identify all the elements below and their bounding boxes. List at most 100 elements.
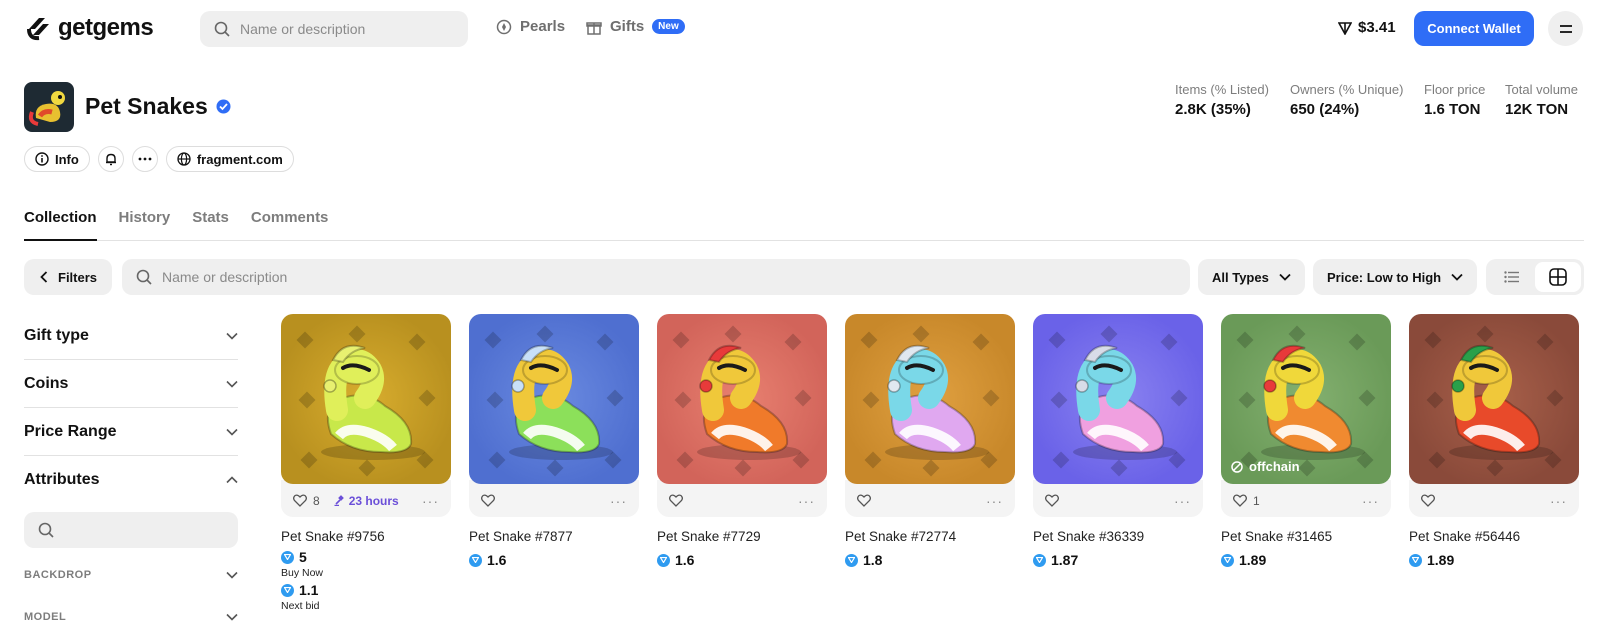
filters-button[interactable]: Filters: [24, 259, 112, 295]
nft-image[interactable]: [845, 314, 1015, 484]
stat-label: Items (% Listed): [1175, 82, 1269, 97]
price-value: 1.87: [1051, 552, 1079, 568]
chevron-down-icon: [1451, 273, 1463, 281]
card-actions-bar: ···: [1033, 480, 1203, 517]
card-more-button[interactable]: ···: [798, 493, 815, 509]
heart-icon[interactable]: [1045, 494, 1059, 507]
connect-wallet-button[interactable]: Connect Wallet: [1414, 11, 1534, 46]
price-value: 1.8: [863, 552, 883, 568]
top-navbar: getgems Pearls Gifts New $3.41 Connect W…: [0, 0, 1600, 56]
ton-icon: [1409, 553, 1422, 567]
card-title[interactable]: Pet Snake #56446: [1409, 529, 1579, 544]
sort-dropdown-label: Price: Low to High: [1327, 269, 1442, 285]
menu-icon: [1559, 24, 1572, 33]
snake-avatar-icon: [28, 91, 65, 126]
card-price: 1.87: [1033, 552, 1203, 568]
grid-icon: [1549, 268, 1567, 286]
pearl-icon: [496, 19, 512, 34]
ton-icon: [1221, 553, 1234, 567]
wallet-balance[interactable]: $3.41: [1338, 19, 1396, 36]
more-button[interactable]: [131, 146, 158, 172]
heart-icon[interactable]: [669, 494, 683, 507]
type-dropdown[interactable]: All Types: [1198, 259, 1305, 295]
heart-icon[interactable]: [1233, 494, 1247, 507]
attribute-search-input[interactable]: [24, 512, 238, 548]
nft-card[interactable]: offchain 1 ··· Pet Snake #31465 1.89: [1221, 314, 1391, 568]
price-value: 5: [299, 549, 307, 565]
attribute-backdrop[interactable]: BACKDROP: [24, 554, 238, 596]
nft-image[interactable]: [281, 314, 451, 484]
top-search-bar[interactable]: [200, 11, 468, 47]
heart-icon[interactable]: [1421, 494, 1435, 507]
card-title[interactable]: Pet Snake #7729: [657, 529, 827, 544]
card-title[interactable]: Pet Snake #7877: [469, 529, 639, 544]
card-more-button[interactable]: ···: [1362, 493, 1379, 509]
card-more-button[interactable]: ···: [986, 493, 1003, 509]
nav-pearls[interactable]: Pearls: [496, 18, 565, 35]
verified-icon: [216, 99, 231, 114]
filter-section-label: Attributes: [24, 471, 100, 488]
info-label: Info: [55, 151, 79, 167]
offchain-icon: [1231, 460, 1243, 473]
grid-view-button[interactable]: [1535, 262, 1581, 292]
stat-label: Total volume: [1505, 82, 1578, 97]
card-more-button[interactable]: ···: [1550, 493, 1567, 509]
heart-icon[interactable]: [481, 494, 495, 507]
menu-button[interactable]: [1548, 11, 1583, 46]
logo[interactable]: getgems: [26, 14, 154, 42]
auction-timer: 23 hours: [334, 494, 399, 508]
nav-pearls-label: Pearls: [520, 18, 566, 35]
heart-icon[interactable]: [857, 494, 871, 507]
nft-card[interactable]: 8 23 hours ··· Pet Snake #9756 5 Buy Now 1.1 Ne…: [281, 314, 451, 612]
filter-sidebar: Gift type Coins Price Range Attributes B…: [24, 312, 238, 638]
tab-comments[interactable]: Comments: [251, 203, 329, 241]
new-badge: New: [652, 19, 685, 34]
notify-button[interactable]: [97, 146, 124, 172]
collection-search-input[interactable]: [162, 269, 1162, 285]
card-actions-bar: ···: [657, 480, 827, 517]
tab-stats[interactable]: Stats: [192, 203, 229, 241]
nft-image[interactable]: [657, 314, 827, 484]
filter-attributes[interactable]: Attributes: [24, 456, 238, 504]
attribute-model[interactable]: MODEL: [24, 596, 238, 638]
tab-collection[interactable]: Collection: [24, 203, 97, 241]
nft-card[interactable]: ··· Pet Snake #7877 1.6: [469, 314, 639, 568]
nft-card[interactable]: ··· Pet Snake #36339 1.87: [1033, 314, 1203, 568]
list-view-button[interactable]: [1489, 262, 1535, 292]
card-title[interactable]: Pet Snake #36339: [1033, 529, 1203, 544]
card-more-button[interactable]: ···: [610, 493, 627, 509]
nft-image[interactable]: [469, 314, 639, 484]
collection-search-bar[interactable]: [122, 259, 1190, 295]
sort-dropdown[interactable]: Price: Low to High: [1313, 259, 1478, 295]
nft-image[interactable]: offchain: [1221, 314, 1391, 484]
globe-icon: [177, 152, 191, 166]
filter-coins[interactable]: Coins: [24, 360, 238, 408]
website-link[interactable]: fragment.com: [165, 146, 294, 172]
filter-price-range[interactable]: Price Range: [24, 408, 238, 456]
attribute-label: MODEL: [24, 611, 67, 623]
snake-gift-image: [484, 325, 624, 477]
nft-card[interactable]: ··· Pet Snake #56446 1.89: [1409, 314, 1579, 568]
ton-icon: [281, 550, 294, 564]
card-title[interactable]: Pet Snake #31465: [1221, 529, 1391, 544]
card-title[interactable]: Pet Snake #72774: [845, 529, 1015, 544]
filters-label: Filters: [58, 269, 98, 285]
stat-value: 650 (24%): [1290, 101, 1360, 118]
heart-icon[interactable]: [293, 494, 307, 507]
bid-value: 1.1: [299, 582, 319, 598]
nft-card[interactable]: ··· Pet Snake #7729 1.6: [657, 314, 827, 568]
card-more-button[interactable]: ···: [1174, 493, 1191, 509]
nft-card[interactable]: ··· Pet Snake #72774 1.8: [845, 314, 1015, 568]
collection-title-row: Pet Snakes: [85, 93, 231, 120]
nft-image[interactable]: [1409, 314, 1579, 484]
nav-gifts[interactable]: Gifts New: [586, 18, 685, 35]
filter-section-label: Coins: [24, 374, 69, 392]
nft-image[interactable]: [1033, 314, 1203, 484]
top-search-input[interactable]: [240, 21, 450, 37]
filter-gift-type[interactable]: Gift type: [24, 312, 238, 360]
card-more-button[interactable]: ···: [422, 493, 439, 509]
tab-history[interactable]: History: [119, 203, 171, 241]
card-title[interactable]: Pet Snake #9756: [281, 529, 451, 544]
ton-icon: [845, 553, 858, 567]
info-button[interactable]: Info: [24, 146, 90, 172]
